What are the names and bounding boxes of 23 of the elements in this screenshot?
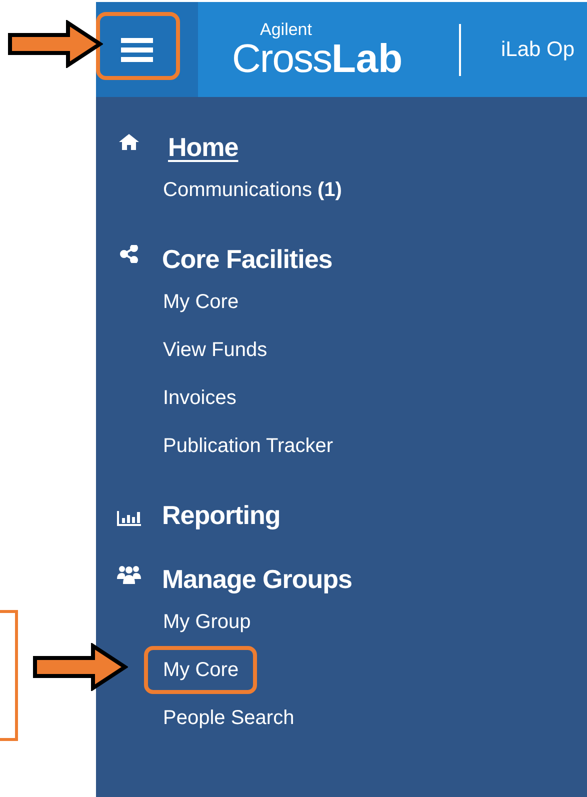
users-icon <box>117 565 141 585</box>
section-link[interactable]: Core Facilities <box>162 242 332 276</box>
menu-item[interactable]: Communications (1) <box>163 166 342 214</box>
menu-item[interactable]: Publication Tracker <box>163 422 334 470</box>
menu-item[interactable]: Invoices <box>163 374 236 422</box>
logo-text: Agilent <box>260 20 312 38</box>
bar-chart-icon <box>116 509 142 527</box>
menu-item[interactable]: My Core <box>163 278 239 326</box>
menu-item[interactable]: My Group <box>163 598 251 646</box>
menu-item[interactable]: People Search <box>163 694 294 742</box>
section-link[interactable]: Home <box>168 130 238 164</box>
menu-icon <box>121 38 153 62</box>
menu-button[interactable] <box>96 2 198 97</box>
logo-text: Cross <box>232 38 332 78</box>
share-icon <box>120 245 138 263</box>
arrow-icon <box>8 20 103 68</box>
arrow-icon <box>33 643 128 691</box>
section-link[interactable]: Manage Groups <box>162 562 352 596</box>
menu-item[interactable]: View Funds <box>163 326 268 374</box>
section-link[interactable]: Reporting <box>162 498 280 532</box>
app-title: iLab Op <box>501 38 575 62</box>
home-icon <box>118 133 140 151</box>
logo-text: Lab <box>331 38 403 78</box>
